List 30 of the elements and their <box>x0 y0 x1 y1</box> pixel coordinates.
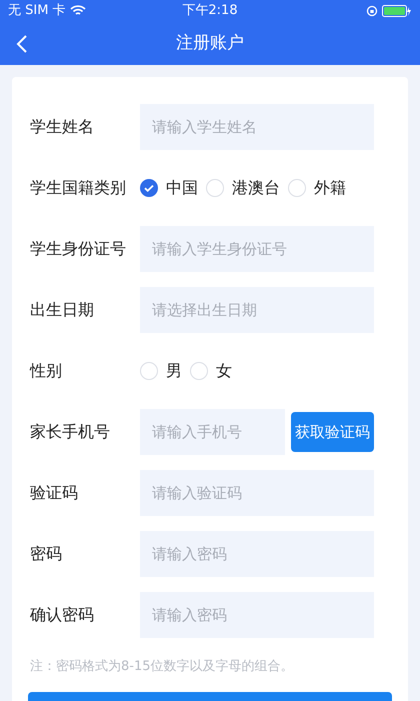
field-label: 验证码 <box>29 482 79 504</box>
radio-option[interactable]: 港澳台 <box>206 176 280 200</box>
input-field[interactable]: 请输入密码 <box>140 592 374 638</box>
input-field[interactable]: 请输入学生姓名 <box>140 104 374 150</box>
input-field[interactable]: 请选择出生日期 <box>140 287 374 333</box>
field-label: 家长手机号 <box>29 421 111 443</box>
field-label: 学生国籍类别 <box>29 177 127 199</box>
page-title: 注册账户 <box>176 32 244 55</box>
field-label: 密码 <box>29 543 63 565</box>
carrier-text: 无 SIM 卡 <box>8 2 66 20</box>
radio-option[interactable]: 外籍 <box>288 176 346 200</box>
battery-icon <box>382 5 412 17</box>
input-field[interactable]: 请输入密码 <box>140 531 374 577</box>
field-label: 出生日期 <box>29 299 95 321</box>
input-field[interactable]: 请输入学生身份证号 <box>140 226 374 272</box>
chevron-left-icon <box>16 34 28 54</box>
radio-option[interactable]: 中国 <box>140 176 198 200</box>
radio-option[interactable]: 女 <box>190 359 232 383</box>
field-label: 确认密码 <box>29 604 95 626</box>
radio-option[interactable]: 男 <box>140 359 182 383</box>
input-field[interactable]: 请输入验证码 <box>140 470 374 516</box>
field-label: 学生姓名 <box>29 116 95 138</box>
field-label: 性别 <box>28 360 63 382</box>
wifi-icon <box>70 5 86 17</box>
phone-field[interactable]: 请输入手机号 <box>140 409 285 455</box>
field-label: 学生身份证号 <box>29 238 127 260</box>
time-text: 下午2:18 <box>182 2 238 20</box>
password-note: 注：密码格式为8-15位数字以及字母的组合。 <box>29 658 295 676</box>
lock-rotation-icon <box>366 5 378 17</box>
get-code-button[interactable]: 获取验证码 <box>291 412 374 452</box>
